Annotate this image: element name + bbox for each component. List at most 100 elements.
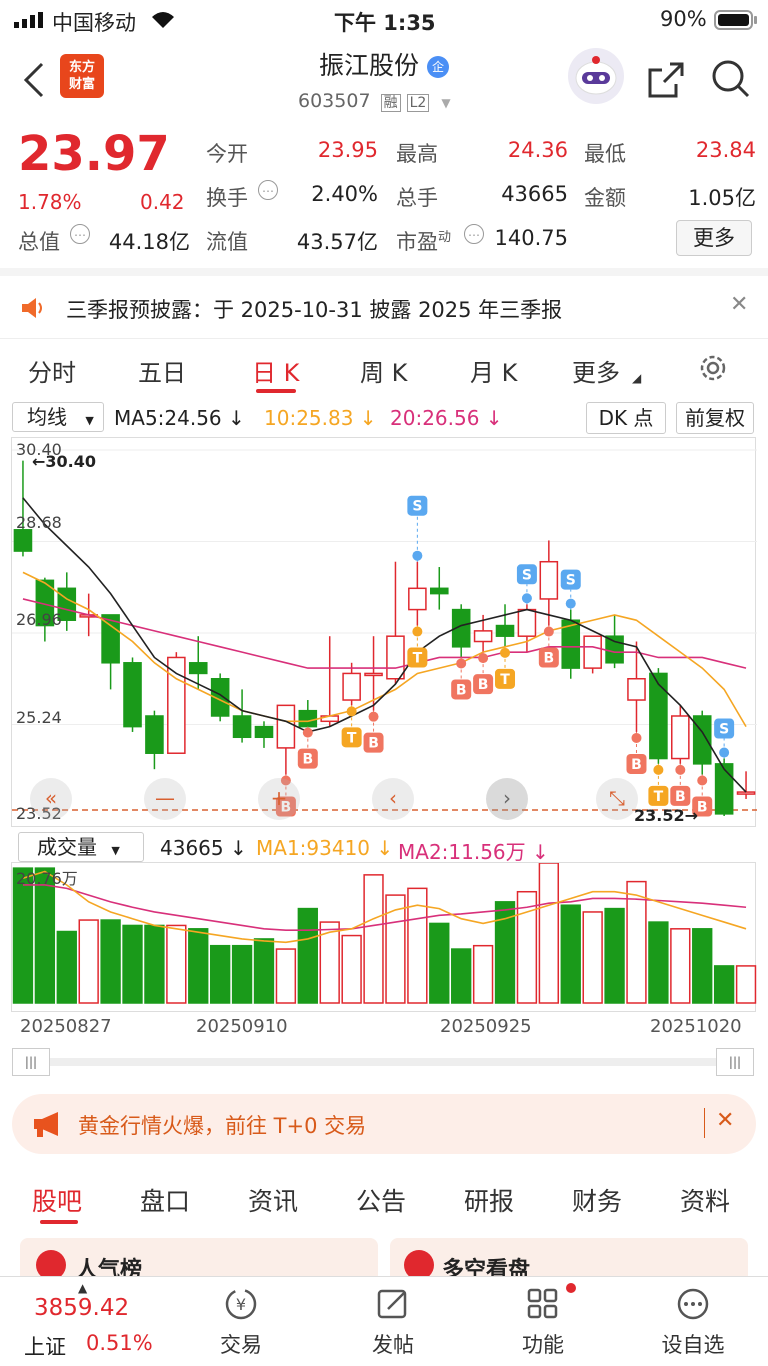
promo-text: 黄金行情火爆，前往 T+0 交易 [78,1114,367,1138]
expand-up-icon[interactable]: ▲ [78,1281,87,1295]
zoom-in-icon[interactable]: + [258,778,300,820]
zoom-out-icon[interactable]: — [144,778,186,820]
functions-icon[interactable] [526,1287,560,1321]
candle-body [649,672,668,760]
add-watchlist-icon[interactable] [676,1287,710,1321]
pe-label-text: 市盈 [396,230,438,254]
tab-pankou[interactable]: 盘口 [140,1182,190,1218]
signal-dot [675,764,686,775]
vol-ma2-readout: MA2:11.56万 ↓ [398,840,549,864]
level2-tag: L2 [406,94,430,112]
close-icon[interactable]: ✕ [730,292,748,317]
volume-bar [472,944,494,1004]
tab-finance[interactable]: 财务 [572,1182,622,1218]
volume-bar [582,911,603,1004]
float-cap-label: 流值 [206,230,248,254]
signal-icon [14,12,44,28]
index-value[interactable]: 3859.42 [34,1295,129,1321]
volume-indicator-select[interactable]: 成交量 ▼ [18,832,144,862]
nav-functions[interactable]: 功能 [498,1329,588,1359]
volume-bar [144,924,165,1004]
market-cap-label: 总值 [18,230,60,254]
pe-value: 140.75 [494,226,568,250]
tab-monthly-k[interactable]: 月 K [470,353,517,388]
post-icon[interactable] [376,1287,410,1321]
date-label: 20250827 [20,1016,112,1037]
notice-text: 三季报预披露：于 2025-10-31 披露 2025 年三季报 [66,298,563,322]
volume-bar [363,874,384,1004]
range-right-handle[interactable]: ||| [716,1048,754,1076]
signal-label: B [368,736,379,752]
tab-more[interactable]: 更多 [572,353,620,388]
volume-bar [429,922,450,1004]
nav-trade[interactable]: 交易 [196,1329,286,1359]
tab-five-day[interactable]: 五日 [138,353,186,388]
fullscreen-icon[interactable]: ⤡ [596,778,638,820]
chevron-down-icon[interactable]: ▼ [441,96,450,110]
tab-news[interactable]: 资讯 [248,1182,298,1218]
tab-profile[interactable]: 资料 [680,1182,730,1218]
kline-chart[interactable]: BBTBTSBBTSBSBTBBS 30.40 28.68 26.96 25.2… [11,437,757,827]
candle-body [276,704,296,749]
candle-body [473,630,493,643]
nav-add-watchlist[interactable]: 设自选 [648,1329,738,1359]
volume-bar [692,928,713,1004]
info-icon[interactable]: … [258,180,278,200]
notification-dot [566,1283,576,1293]
signal-dot [412,550,423,561]
volume-bar [122,924,143,1004]
scroll-start-icon[interactable]: « [30,778,72,820]
popularity-card[interactable]: 人气榜 [20,1238,378,1276]
signal-label: S [566,573,576,589]
volume-bar [648,921,669,1004]
volume-bar [253,938,275,1004]
tab-intraday[interactable]: 分时 [28,353,76,388]
candle-body [298,709,318,728]
signal-dot [543,626,554,637]
volume-bar [560,904,581,1004]
range-left-handle[interactable]: ||| [12,1048,50,1076]
settings-gear-icon[interactable] [698,353,728,387]
trade-icon[interactable]: ¥ [224,1287,258,1321]
tab-announcements[interactable]: 公告 [356,1182,406,1218]
candle-body [123,662,142,728]
wifi-icon [150,10,176,34]
price-axis-label: 25.24 [16,708,62,727]
tab-weekly-k[interactable]: 周 K [360,353,407,388]
float-cap-value: 43.57亿 [296,230,378,254]
candle-body [671,715,690,760]
scroll-left-icon[interactable]: ‹ [372,778,414,820]
volume-bar [713,965,735,1004]
volume-chart[interactable]: 20.76万 [11,862,757,1012]
volume-bar [297,907,318,1004]
period-tabs: 分时 五日 日 K 周 K 月 K 更多 ◢ [0,338,768,398]
info-icon[interactable]: … [70,224,90,244]
signal-dot [456,658,467,669]
ma10-readout: 10:25.83 ↓ [264,406,377,430]
more-button[interactable]: 更多 [676,220,752,256]
candle-body [386,635,405,680]
vol-ma2-value: MA2:11.56万 [398,840,526,864]
stock-header: 东方 财富 振江股份 企 603507 融 L2 ▼ [0,40,768,120]
robot-avatar-icon[interactable] [568,48,624,104]
notice-banner[interactable]: 三季报预披露：于 2025-10-31 披露 2025 年三季报 ✕ [0,268,768,338]
tab-guba[interactable]: 股吧 [32,1182,82,1218]
date-label: 20250925 [440,1016,532,1037]
signal-dot [697,775,708,786]
bull-bear-card[interactable]: 多空看盘 [390,1238,748,1276]
promo-banner[interactable]: 黄金行情火爆，前往 T+0 交易 ✕ [12,1094,756,1154]
tab-research[interactable]: 研报 [464,1182,514,1218]
share-icon[interactable] [646,60,686,104]
quote-panel: 23.97 1.78% 0.42 今开 23.95 最高 24.36 最低 23… [0,120,768,268]
scroll-right-icon[interactable]: › [486,778,528,820]
current-price: 23.97 [18,126,170,182]
search-icon[interactable] [710,58,752,104]
range-slider[interactable]: ||| ||| [12,1048,754,1076]
dk-points-button[interactable]: DK 点 [586,402,666,434]
adjust-price-button[interactable]: 前复权 [676,402,754,434]
indicator-select[interactable]: 均线 ▼ [12,402,104,432]
candle-body [13,529,33,552]
nav-post[interactable]: 发帖 [348,1329,438,1359]
close-icon[interactable]: ✕ [716,1108,734,1133]
tab-daily-k[interactable]: 日 K [252,353,299,388]
